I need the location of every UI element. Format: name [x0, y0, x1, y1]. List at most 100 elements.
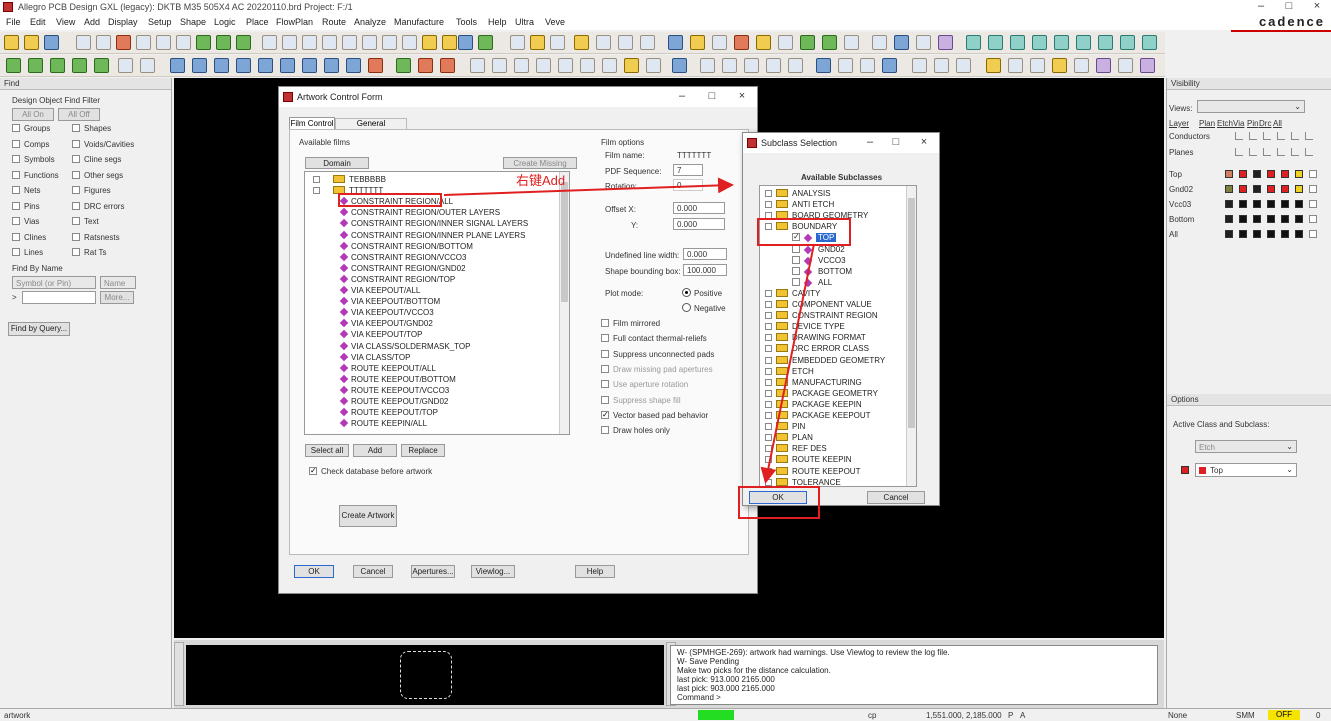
vis-swatch-gnd02-0[interactable]: [1239, 185, 1247, 193]
positive-radio[interactable]: [682, 288, 691, 297]
vis-swatch-all-4[interactable]: [1295, 230, 1303, 238]
tb-icon-y[interactable]: [1054, 35, 1069, 50]
expand-icon[interactable]: [765, 289, 772, 297]
expand-icon[interactable]: [765, 367, 772, 375]
tb2-icon-an[interactable]: [1074, 58, 1089, 73]
shadow-icon[interactable]: [442, 35, 457, 50]
expand-icon[interactable]: [765, 400, 772, 408]
vis-color-bottom[interactable]: [1225, 215, 1233, 223]
planes-toggle-2[interactable]: [1263, 148, 1271, 156]
close-button[interactable]: ×: [1304, 0, 1330, 14]
tb-icon-s[interactable]: [916, 35, 931, 50]
add-button[interactable]: Add: [353, 444, 397, 457]
vis-all-bottom[interactable]: [1309, 215, 1317, 223]
expand-icon[interactable]: [765, 434, 772, 442]
tb-icon-t[interactable]: [938, 35, 953, 50]
expand-icon[interactable]: [765, 445, 772, 453]
tb2-icon-ad[interactable]: [838, 58, 853, 73]
tb2-icon-ap[interactable]: [1118, 58, 1133, 73]
film-name-value[interactable]: TTTTTTT: [677, 151, 711, 160]
artwork-cancel-button[interactable]: Cancel: [353, 565, 393, 578]
vis-swatch-bottom-0[interactable]: [1239, 215, 1247, 223]
menu-ultra[interactable]: Ultra: [515, 17, 534, 27]
expand-icon[interactable]: [765, 456, 772, 464]
subclass-row[interactable]: PIN: [760, 421, 906, 432]
subclass-close-button[interactable]: ×: [913, 135, 935, 149]
find-checkbox-cline-segs[interactable]: [72, 155, 80, 163]
subclass-checkbox[interactable]: [792, 277, 800, 286]
tb2-icon-t[interactable]: [602, 58, 617, 73]
create-missing-films-button[interactable]: Create Missing Films: [503, 157, 577, 180]
tb2-icon-ae[interactable]: [860, 58, 875, 73]
layer-7-icon[interactable]: [140, 58, 155, 73]
find-checkbox-nets[interactable]: [12, 186, 20, 194]
menu-display[interactable]: Display: [108, 17, 138, 27]
planes-toggle-5[interactable]: [1305, 148, 1313, 156]
expand-icon[interactable]: [765, 201, 772, 209]
views-select[interactable]: ⌄: [1197, 100, 1305, 113]
tb2-icon-j[interactable]: [368, 58, 383, 73]
menu-place[interactable]: Place: [246, 17, 269, 27]
tb2-icon-z[interactable]: [744, 58, 759, 73]
vis-swatch-gnd02-3[interactable]: [1281, 185, 1289, 193]
color-icon[interactable]: [282, 35, 297, 50]
find-checkbox-figures[interactable]: [72, 186, 80, 194]
menu-manufacture[interactable]: Manufacture: [394, 17, 444, 27]
tb2-icon-h[interactable]: [324, 58, 339, 73]
subclass-row[interactable]: CAVITY: [760, 288, 906, 299]
films-scrollbar[interactable]: [559, 172, 569, 434]
tb-icon-n[interactable]: [800, 35, 815, 50]
vis-col-etch[interactable]: Etch: [1217, 119, 1233, 128]
conductors-toggle-1[interactable]: [1249, 132, 1257, 140]
undefined-line-width-input[interactable]: 0.000: [683, 248, 727, 260]
films-tree[interactable]: TEBBBBB TTTTTTT CONSTRAINT REGION/ALL CONST…: [304, 171, 570, 435]
tb2-icon-ag[interactable]: [912, 58, 927, 73]
create-artwork-button[interactable]: Create Artwork: [339, 505, 397, 527]
tb2-icon-e[interactable]: [258, 58, 273, 73]
tb-icon-q[interactable]: [872, 35, 887, 50]
film-row[interactable]: VIA KEEPOUT/BOTTOM: [305, 296, 555, 307]
film-row[interactable]: VIA KEEPOUT/GND02: [305, 318, 555, 329]
shape-bounding-box-input[interactable]: 100.000: [683, 264, 727, 276]
conductors-toggle-5[interactable]: [1305, 132, 1313, 140]
expand-icon[interactable]: [765, 423, 772, 431]
tb2-icon-p[interactable]: [514, 58, 529, 73]
layer-5-icon[interactable]: [94, 58, 109, 73]
world-view[interactable]: [186, 645, 664, 705]
command-prompt[interactable]: Command >: [677, 693, 721, 702]
vis-swatch-gnd02-2[interactable]: [1267, 185, 1275, 193]
planes-toggle-1[interactable]: [1249, 148, 1257, 156]
expand-icon[interactable]: [765, 334, 772, 342]
subclass-row[interactable]: PACKAGE GEOMETRY: [760, 388, 906, 399]
film-row[interactable]: VIA KEEPOUT/VCCO3: [305, 307, 555, 318]
tb-icon-x[interactable]: [1032, 35, 1047, 50]
redraw-icon[interactable]: [422, 35, 437, 50]
find-checkbox-groups[interactable]: [12, 124, 20, 132]
film-option-checkbox-suppress-unconnected-pads[interactable]: [601, 349, 609, 358]
subclass-row[interactable]: ROUTE KEEPIN: [760, 454, 906, 465]
class-select[interactable]: Etch ⌄: [1195, 440, 1297, 453]
command-window[interactable]: W- (SPMHGE-269): artwork had warnings. U…: [670, 645, 1158, 705]
vis-all-gnd02[interactable]: [1309, 185, 1317, 193]
artwork-ok-button[interactable]: OK: [294, 565, 334, 578]
conductors-toggle-3[interactable]: [1277, 132, 1285, 140]
redo-icon[interactable]: [156, 35, 171, 50]
expand-icon[interactable]: [313, 187, 320, 195]
menu-file[interactable]: File: [6, 17, 21, 27]
menu-edit[interactable]: Edit: [30, 17, 46, 27]
find-checkbox-drc-errors[interactable]: [72, 201, 80, 210]
film-row[interactable]: ROUTE KEEPIN/ALL: [305, 418, 555, 429]
film-row[interactable]: ROUTE KEEPOUT/BOTTOM: [305, 374, 555, 385]
layer-2-icon[interactable]: [28, 58, 43, 73]
tb2-icon-ah[interactable]: [934, 58, 949, 73]
menu-flowplan[interactable]: FlowPlan: [276, 17, 313, 27]
expand-icon[interactable]: [765, 467, 772, 475]
find-checkbox-other-segs[interactable]: [72, 170, 80, 179]
find-checkbox-symbols[interactable]: [12, 155, 20, 163]
symbol-pin-select[interactable]: Symbol (or Pin): [12, 276, 96, 289]
subclass-checkbox[interactable]: [792, 266, 800, 275]
tb2-icon-c[interactable]: [214, 58, 229, 73]
vis-swatch-vcc03-3[interactable]: [1281, 200, 1289, 208]
vis-col-layer[interactable]: Layer: [1169, 119, 1189, 128]
move-icon[interactable]: [76, 35, 91, 50]
